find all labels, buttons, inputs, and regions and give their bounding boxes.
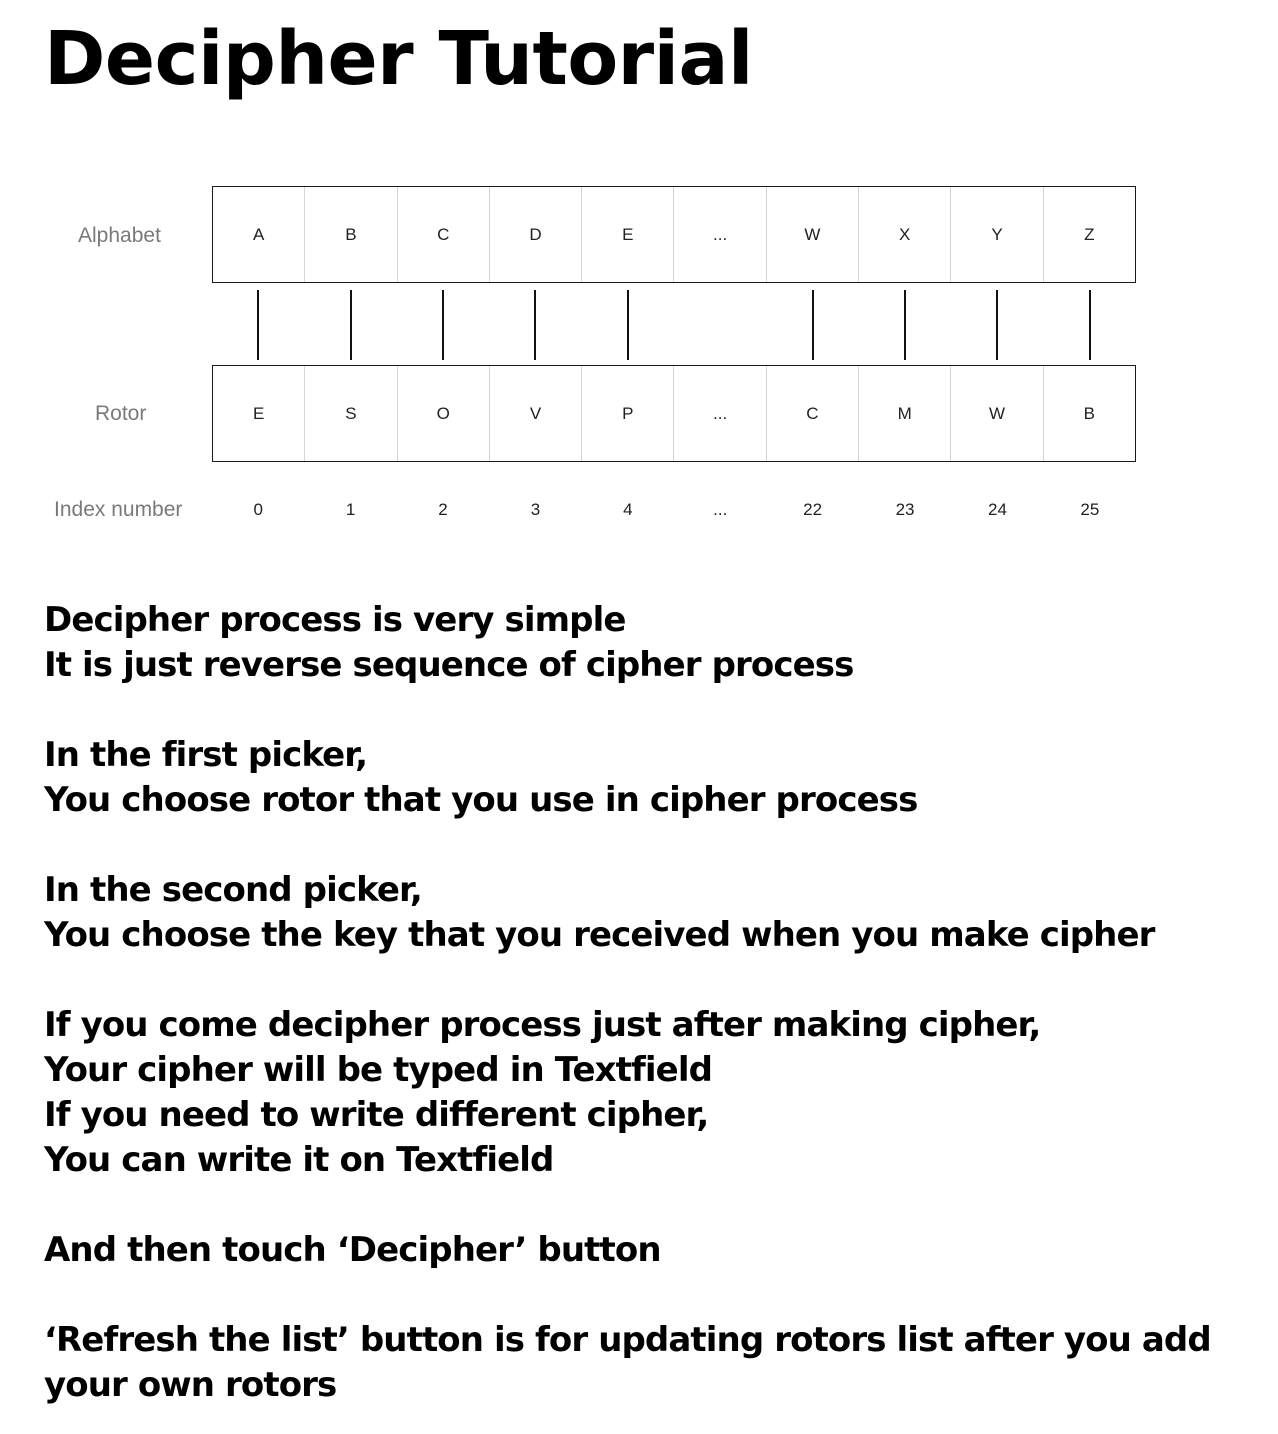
text-line: Your cipher will be typed in Textfield (44, 1050, 713, 1090)
index-number: 24 (987, 500, 1007, 519)
index-number: 23 (895, 500, 915, 519)
rotor-cell: ... (674, 366, 767, 461)
connector-lines (212, 290, 1136, 362)
index-number: 1 (345, 500, 356, 519)
text-line: You choose rotor that you use in cipher … (44, 780, 918, 820)
connector-line (996, 290, 999, 360)
index-number: 4 (623, 500, 633, 519)
tutorial-text: Decipher process is very simple It is ju… (44, 598, 1264, 1408)
rotor-cell: P (582, 366, 675, 461)
connector-line (442, 290, 445, 360)
text-line: You choose the key that you received whe… (44, 915, 1155, 955)
text-line: your own rotors (44, 1365, 337, 1405)
rotor-cell: V (490, 366, 583, 461)
alphabet-cell: Y (951, 187, 1044, 282)
rotor-cell: S (305, 366, 398, 461)
text-line: And then touch ‘Decipher’ button (44, 1230, 662, 1270)
rotor-row-label: Rotor (95, 402, 147, 425)
alphabet-cell: Z (1084, 224, 1095, 244)
index-number: 22 (803, 500, 823, 519)
rotor-cell: O (398, 366, 490, 461)
alphabet-row-label: Alphabet (78, 224, 161, 247)
index-number: 2 (438, 500, 448, 519)
alphabet-row: A B C D E ... W X Y Z (212, 186, 1136, 283)
text-line: It is just reverse sequence of cipher pr… (44, 645, 854, 685)
alphabet-cell: B (305, 187, 398, 282)
connector-line (1088, 290, 1091, 360)
paragraph-textfield: If you come decipher process just after … (44, 1003, 1264, 1183)
connector-line (626, 290, 629, 360)
paragraph-refresh-button: ‘Refresh the list’ button is for updatin… (44, 1318, 1264, 1408)
alphabet-cell: A (213, 187, 306, 282)
text-line: ‘Refresh the list’ button is for updatin… (44, 1320, 1212, 1360)
connector-line (349, 290, 352, 360)
connector-line (534, 290, 537, 360)
text-line: You can write it on Textfield (44, 1140, 554, 1180)
index-row-label: Index number (54, 498, 183, 521)
connector-line (811, 290, 814, 360)
rotor-row: E S O V P ... C M W B (212, 365, 1136, 462)
paragraph-intro: Decipher process is very simple It is ju… (44, 598, 1264, 688)
alphabet-cell: E (582, 187, 675, 282)
paragraph-decipher-button: And then touch ‘Decipher’ button (44, 1228, 1264, 1273)
rotor-cell: M (859, 366, 952, 461)
index-number: ... (713, 500, 728, 519)
alphabet-cell: W (767, 187, 860, 282)
text-line: If you come decipher process just after … (44, 1005, 1041, 1045)
rotor-cell: W (951, 366, 1044, 461)
alphabet-cell: X (859, 187, 952, 282)
text-line: In the first picker, (44, 735, 368, 775)
rotor-cell: C (767, 366, 860, 461)
text-line: Decipher process is very simple (44, 600, 626, 640)
paragraph-first-picker: In the first picker, You choose rotor th… (44, 733, 1264, 823)
index-number: 25 (1080, 500, 1100, 519)
index-row: 0 1 2 3 4 ... 22 23 24 25 (212, 500, 1136, 520)
alphabet-cell: C (398, 187, 490, 282)
rotor-cell: E (213, 366, 306, 461)
text-line: If you need to write different cipher, (44, 1095, 709, 1135)
page-title: Decipher Tutorial (44, 16, 753, 102)
index-number: 3 (530, 500, 541, 519)
paragraph-second-picker: In the second picker, You choose the key… (44, 868, 1264, 958)
text-line: In the second picker, (44, 870, 423, 910)
index-number: 0 (253, 500, 263, 519)
alphabet-cell: D (490, 187, 583, 282)
alphabet-cell: ... (674, 187, 767, 282)
rotor-diagram: Alphabet A B C D E ... W X Y Z Rotor E S… (0, 170, 1278, 550)
connector-line (257, 290, 260, 360)
rotor-cell: B (1083, 403, 1095, 423)
connector-line (904, 290, 907, 360)
